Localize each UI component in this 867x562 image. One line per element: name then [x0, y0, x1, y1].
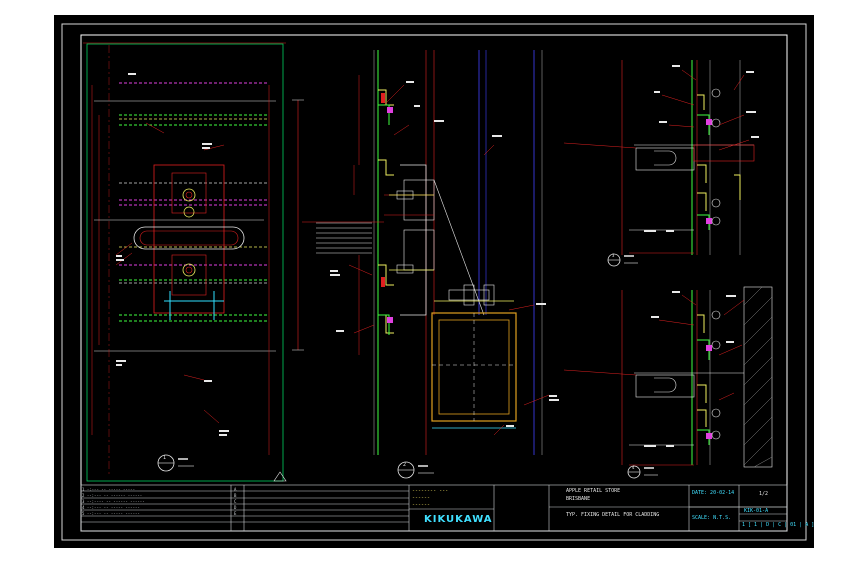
section-panel-middle	[292, 50, 559, 479]
section-mark-2: 2	[403, 462, 407, 468]
section-mark-1: 1	[163, 455, 167, 461]
detail-panel-right-top	[563, 60, 759, 267]
revision-row-5: 5 --:--- -- ----- ------	[82, 511, 140, 516]
approved-by: ------	[412, 502, 431, 508]
rev-mark-d: D	[234, 505, 237, 510]
detail-panel-right-bottom	[563, 286, 773, 479]
drawing-date: DATE: 20-02-14	[692, 490, 735, 496]
revision-code: 1 [ 1 | D | C | 01 | A ]	[742, 522, 815, 528]
project-name: APPLE RETAIL STORE	[566, 488, 621, 494]
drawing-title: TYP. FIXING DETAIL FOR CLADDING	[566, 512, 660, 518]
rev-mark-a: A	[234, 487, 237, 492]
drawn-by: -------- ---	[412, 488, 449, 494]
section-mark-4: 4	[632, 465, 635, 470]
revision-row-2: 2 --:--- -- ------ ------	[82, 493, 143, 498]
company-logo: KIKUKAWA	[424, 514, 493, 525]
drawing-scale: SCALE: N.T.S.	[692, 515, 732, 521]
rev-mark-b: B	[234, 493, 237, 498]
drawing-number: KIK-01-A	[744, 508, 769, 514]
project-location: BRISBANE	[566, 496, 591, 502]
revision-row-3: 3 --:---- -- ------ ------	[82, 499, 145, 504]
rev-mark-e: E	[234, 511, 237, 516]
sheet-number: 1/2	[759, 491, 769, 497]
rev-mark-c: C	[234, 499, 237, 504]
checked-by: ------	[412, 495, 431, 501]
section-mark-3: 3	[612, 253, 615, 258]
drawing-sheet: 1 -:--- -- ----- ----- 2 --:--- -- -----…	[54, 15, 814, 548]
elevation-panel	[83, 42, 287, 482]
cad-drawing	[61, 23, 807, 541]
revision-row-4: 4 --:--- -- ----- ------	[82, 505, 140, 510]
revision-row-1: 1 -:--- -- ----- -----	[82, 487, 135, 492]
